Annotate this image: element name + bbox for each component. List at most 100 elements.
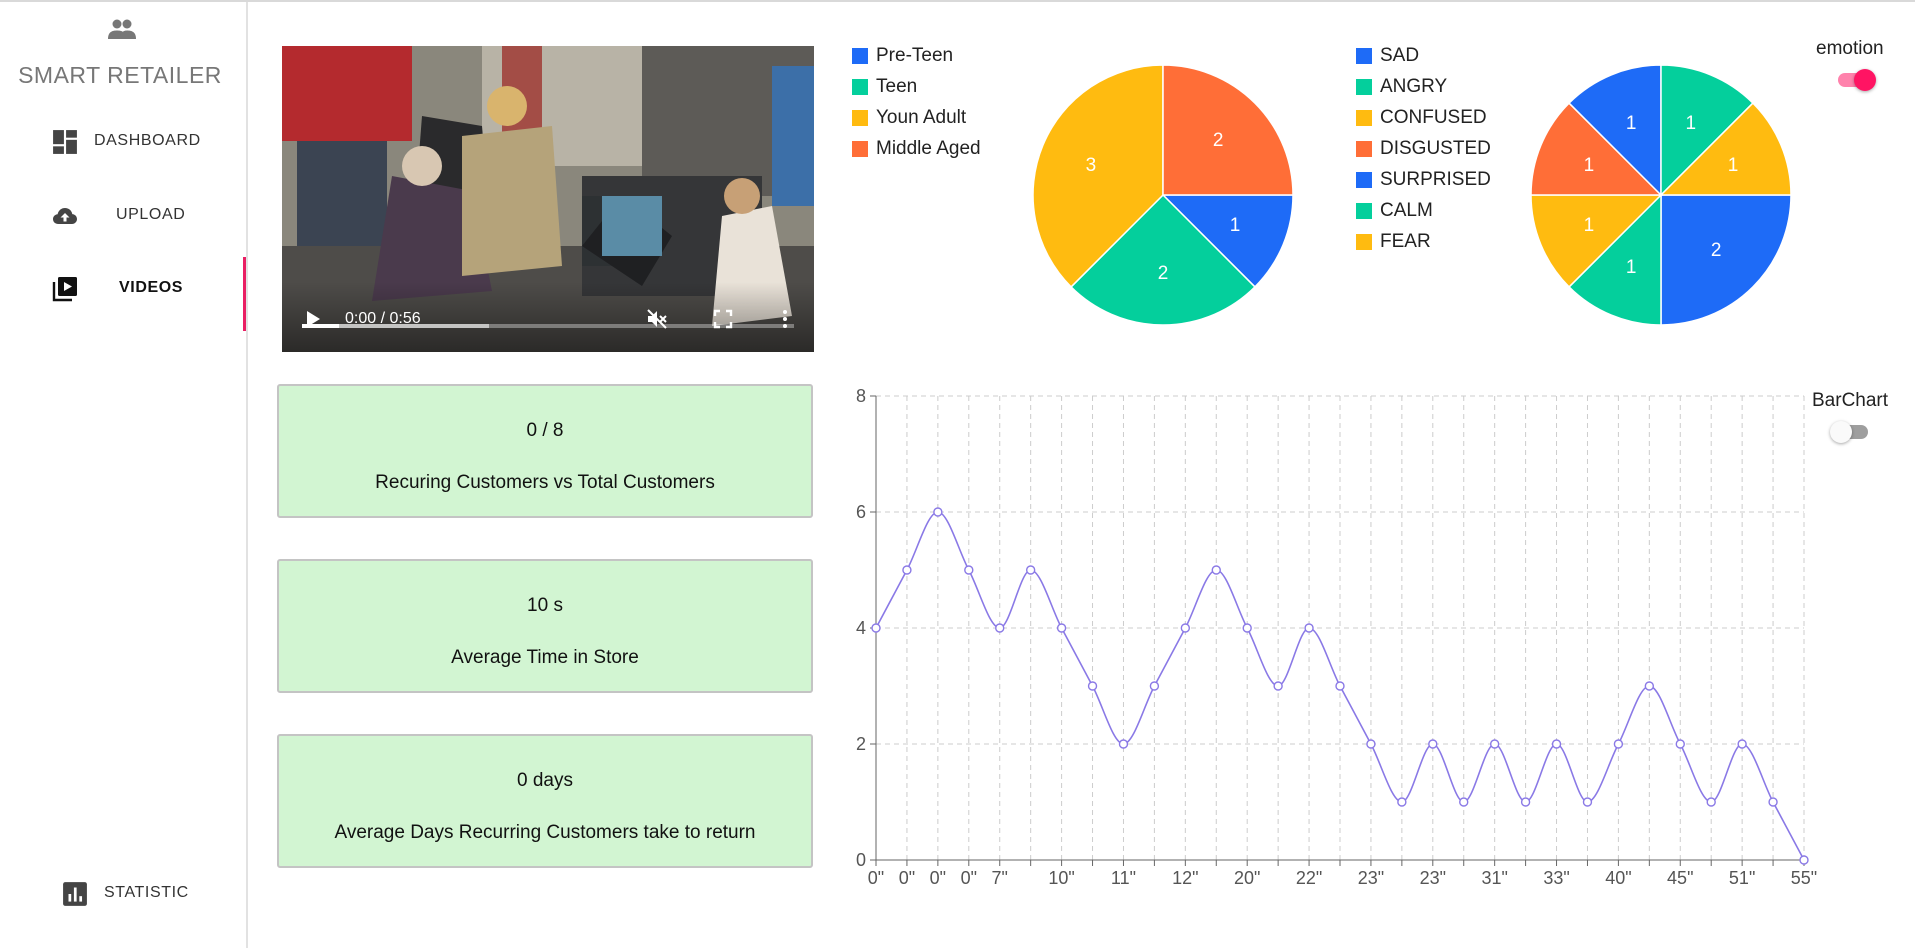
legend-label: FEAR — [1380, 230, 1431, 252]
sidebar-item-upload[interactable]: UPLOAD — [0, 186, 244, 246]
people-icon — [108, 19, 136, 39]
legend-item[interactable]: Middle Aged — [852, 133, 981, 164]
pie-slice-middle-aged[interactable] — [1162, 64, 1294, 196]
legend-swatch — [1356, 140, 1372, 157]
x-tick-label: 12" — [1172, 868, 1198, 888]
data-point[interactable] — [1675, 739, 1685, 749]
x-tick-label: 0" — [961, 868, 977, 888]
legend-swatch — [852, 78, 868, 95]
legend-item[interactable]: FEAR — [1356, 226, 1491, 257]
data-point[interactable] — [1025, 565, 1036, 575]
legend-swatch — [1356, 202, 1372, 219]
sidebar-item-statistic[interactable]: STATISTIC — [0, 864, 244, 924]
legend-item[interactable]: SURPRISED — [1356, 164, 1491, 195]
emotion-toggle-label: emotion — [1816, 38, 1884, 59]
x-tick-label: 10" — [1048, 868, 1074, 888]
cloud-upload-icon — [53, 208, 77, 224]
pie-slice-label: 2 — [1158, 263, 1169, 284]
video-progress-bar[interactable] — [302, 324, 794, 328]
data-point[interactable] — [1273, 681, 1283, 691]
data-point[interactable] — [995, 623, 1005, 633]
data-point[interactable] — [1335, 681, 1345, 691]
sidebar-item-videos[interactable]: VIDEOS — [0, 257, 246, 331]
sidebar-item-label: DASHBOARD — [94, 132, 201, 149]
data-point[interactable] — [933, 507, 943, 517]
stat-value: 0 / 8 — [526, 420, 564, 441]
data-point[interactable] — [1397, 797, 1407, 807]
data-point[interactable] — [1489, 739, 1500, 749]
x-tick-label: 0" — [899, 868, 915, 888]
sidebar: SMART RETAILER DASHBOARD UPLOAD VIDEOS S… — [0, 2, 248, 948]
data-point[interactable] — [964, 565, 974, 575]
data-point[interactable] — [1304, 623, 1314, 633]
data-point[interactable] — [902, 565, 912, 575]
data-point[interactable] — [1180, 623, 1191, 633]
data-point[interactable] — [1118, 739, 1129, 749]
legend-item[interactable]: Teen — [852, 71, 981, 102]
data-point[interactable] — [1613, 739, 1624, 749]
pie-slice-label: 1 — [1728, 155, 1739, 176]
emotion-pie-chart: 2 1 1 1 1 1 1 — [1530, 64, 1792, 326]
data-point[interactable] — [1428, 739, 1438, 749]
stat-value: 10 s — [527, 595, 563, 616]
legend-item[interactable]: Pre-Teen — [852, 40, 981, 71]
legend-label: Middle Aged — [876, 137, 981, 159]
data-point[interactable] — [871, 623, 881, 633]
barchart-toggle[interactable] — [1830, 418, 1872, 444]
top-border — [0, 0, 1915, 2]
dashboard-icon — [53, 130, 77, 154]
x-tick-label: 45" — [1667, 868, 1693, 888]
data-point[interactable] — [1737, 739, 1747, 749]
emotion-toggle[interactable] — [1834, 66, 1876, 92]
stat-label: Average Time in Store — [451, 647, 639, 668]
video-player[interactable]: 0:00 / 0:56 — [282, 46, 814, 352]
data-point[interactable] — [1799, 855, 1809, 865]
customers-line-chart: 0 2 4 6 8 0" 0" 0" 0" 7" 10" 11" 12" 20" 22" 23" 23" 31" 3… — [856, 386, 1817, 888]
x-tick-label: 23" — [1358, 868, 1384, 888]
data-point[interactable] — [1366, 739, 1376, 749]
pie-slice-label: 1 — [1584, 215, 1595, 236]
y-tick-label: 8 — [856, 386, 866, 406]
data-point[interactable] — [1582, 797, 1593, 807]
data-point[interactable] — [1551, 739, 1562, 749]
data-point[interactable] — [1459, 797, 1469, 807]
legend-item[interactable]: ANGRY — [1356, 71, 1491, 102]
stat-card-average-return-days: 0 days Average Days Recurring Customers … — [277, 734, 813, 868]
toggle-thumb — [1830, 421, 1852, 443]
legend-item[interactable]: Youn Adult — [852, 102, 981, 133]
emotion-legend: SAD ANGRY CONFUSED DISGUSTED SURPRISED C… — [1356, 40, 1491, 257]
y-tick-label: 2 — [856, 734, 866, 754]
sidebar-item-label: UPLOAD — [116, 206, 186, 223]
legend-item[interactable]: CALM — [1356, 195, 1491, 226]
pie-slice-label: 1 — [1230, 215, 1241, 236]
data-point[interactable] — [1087, 681, 1098, 691]
pie-slice-sad[interactable] — [1660, 194, 1792, 326]
data-point[interactable] — [1706, 797, 1716, 807]
legend-swatch — [1356, 47, 1372, 64]
legend-item[interactable]: CONFUSED — [1356, 102, 1491, 133]
data-point[interactable] — [1149, 681, 1160, 691]
x-tick-label: 33" — [1543, 868, 1569, 888]
data-point[interactable] — [1768, 797, 1778, 807]
x-tick-label: 23" — [1420, 868, 1446, 888]
data-point[interactable] — [1520, 797, 1531, 807]
pie-slice-label: 1 — [1626, 113, 1637, 134]
video-played-bar — [302, 324, 340, 328]
sidebar-item-label: STATISTIC — [104, 884, 189, 901]
stat-label: Recuring Customers vs Total Customers — [375, 472, 715, 493]
sidebar-item-dashboard[interactable]: DASHBOARD — [0, 112, 244, 172]
y-tick-label: 4 — [856, 618, 866, 638]
x-tick-label: 7" — [992, 868, 1008, 888]
data-point[interactable] — [1211, 565, 1221, 575]
app-title: SMART RETAILER — [18, 62, 222, 88]
legend-item[interactable]: SAD — [1356, 40, 1491, 71]
data-point[interactable] — [1644, 681, 1655, 691]
x-tick-label: 40" — [1605, 868, 1631, 888]
data-point[interactable] — [1056, 623, 1067, 633]
legend-swatch — [1356, 171, 1372, 188]
stat-card-average-time: 10 s Average Time in Store — [277, 559, 813, 693]
data-point[interactable] — [1242, 623, 1252, 633]
legend-swatch — [1356, 78, 1372, 95]
legend-item[interactable]: DISGUSTED — [1356, 133, 1491, 164]
legend-swatch — [852, 109, 868, 126]
